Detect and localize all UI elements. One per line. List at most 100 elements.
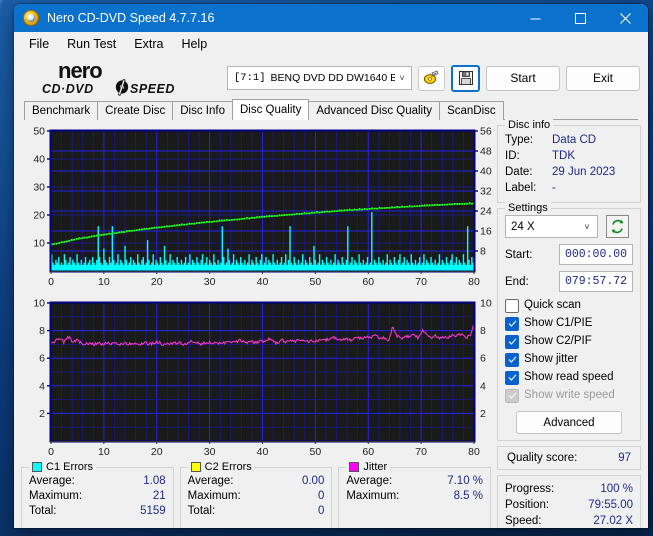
toolbar: nero CD·DVD SPEED [7:1] BENQ DVD DD DW16…: [14, 56, 648, 100]
disc-type-row: Type: Data CD: [505, 132, 633, 148]
svg-text:30: 30: [204, 276, 216, 288]
c1-average-label: Average:: [29, 475, 75, 487]
svg-text:8: 8: [480, 246, 486, 258]
checkbox-show-c2-pif[interactable]: Show C2/PIF: [505, 333, 633, 350]
start-input[interactable]: 000:00.00: [559, 244, 633, 265]
svg-text:40: 40: [480, 166, 492, 178]
c2-maximum-value: 0: [317, 490, 325, 502]
disc-date-label: Date:: [505, 166, 533, 178]
c2-errors-legend: C2 Errors: [187, 461, 255, 473]
tab-disc-info[interactable]: Disc Info: [172, 101, 233, 120]
jitter-title: Jitter: [363, 461, 388, 473]
svg-text:20: 20: [151, 276, 163, 288]
svg-text:30: 30: [204, 446, 216, 458]
svg-text:40: 40: [257, 446, 269, 458]
disc-eject-button[interactable]: [418, 65, 445, 91]
disc-label-value: -: [552, 182, 556, 194]
c2-average-label: Average:: [187, 475, 234, 487]
disc-label-label: Label:: [505, 182, 537, 194]
menu-item-file[interactable]: File: [20, 35, 58, 53]
tab-create-disc[interactable]: Create Disc: [97, 101, 174, 120]
svg-text:80: 80: [468, 276, 480, 288]
c2-total-row: Total: 0: [188, 504, 325, 519]
end-label: End:: [505, 275, 529, 288]
disc-id-value: TDK: [552, 150, 575, 162]
c2-total-value: 0: [317, 505, 325, 517]
c1-average-row: Average: 1.08: [29, 474, 166, 489]
close-icon[interactable]: [603, 4, 648, 32]
svg-text:4: 4: [480, 380, 486, 392]
nero-logo: nero CD·DVD SPEED: [42, 58, 178, 98]
tab-bar: Benchmark Create Disc Disc Info Disc Qua…: [14, 99, 648, 120]
c1-color-swatch: [32, 462, 42, 472]
checkbox-box: [505, 334, 519, 349]
checkbox-label: Quick scan: [524, 299, 581, 311]
start-field-row: Start: 000:00.00: [505, 244, 633, 265]
progress-label: Progress:: [505, 483, 555, 495]
tab-advanced-disc-quality[interactable]: Advanced Disc Quality: [308, 101, 441, 120]
checkbox-label: Show C2/PIF: [524, 335, 592, 347]
c1-maximum-value: 21: [152, 490, 166, 502]
tab-scandisc[interactable]: ScanDisc: [439, 101, 504, 120]
svg-text:16: 16: [480, 226, 492, 238]
settings-legend: Settings: [505, 202, 551, 214]
maximize-icon[interactable]: [558, 4, 603, 32]
checkbox-show-c1-pie[interactable]: Show C1/PIE: [505, 315, 633, 332]
end-input[interactable]: 079:57.72: [559, 271, 633, 292]
position-row: Position: 79:55.00: [505, 497, 633, 513]
speed-label: Speed:: [505, 515, 542, 527]
jitter-chart-canvas: 2 2 4 4 6 6 8 8 10 10 0 10 20 30 40 50 60 70 80: [33, 298, 492, 459]
disc-eject-icon: [423, 70, 439, 84]
checkbox-box: [505, 352, 519, 367]
chevron-down-icon: ˅: [584, 221, 590, 232]
disc-id-label: ID:: [505, 150, 520, 162]
minimize-icon[interactable]: [513, 4, 558, 32]
checkbox-quick-scan[interactable]: Quick scan: [505, 297, 633, 314]
disc-date-row: Date: 29 Jun 2023: [505, 164, 633, 180]
quality-score-value: 97: [618, 452, 631, 464]
c1-errors-stats: C1 Errors Average: 1.08 Maximum: 21 Tota…: [21, 461, 174, 528]
checkbox-box: [505, 316, 519, 331]
c1-maximum-row: Maximum: 21: [29, 489, 166, 504]
c1-errors-chart-canvas: 10 20 30 40 50 8 16 24 32 40 48 56 0 10 20 30 40 50 60 70 80: [33, 126, 492, 289]
c1-total-value: 5159: [140, 505, 166, 517]
drive-selector[interactable]: [7:1] BENQ DVD DD DW1640 BSLB ˅: [227, 66, 412, 90]
position-label: Position:: [505, 499, 550, 511]
disc-id-row: ID: TDK: [505, 148, 633, 164]
c1-total-row: Total: 5159: [29, 504, 166, 519]
exit-button[interactable]: Exit: [566, 65, 640, 91]
jitter-legend: Jitter: [346, 461, 391, 473]
tab-benchmark[interactable]: Benchmark: [24, 101, 99, 120]
start-button[interactable]: Start: [486, 65, 560, 91]
jitter-average-value: 7.10 %: [447, 475, 484, 487]
menu-item-run-test[interactable]: Run Test: [58, 35, 125, 53]
start-label: Start:: [505, 248, 533, 261]
svg-text:6: 6: [39, 353, 45, 365]
refresh-button[interactable]: [606, 215, 629, 238]
speed-select[interactable]: 24 X ˅: [505, 215, 598, 238]
checkbox-box: [505, 370, 519, 385]
drive-name: BENQ DVD DD DW1640 BSLB: [270, 72, 396, 84]
disc-type-value: Data CD: [552, 134, 597, 146]
advanced-button[interactable]: Advanced: [516, 411, 622, 434]
checkbox-show-jitter[interactable]: Show jitter: [505, 351, 633, 368]
checkbox-show-read-speed[interactable]: Show read speed: [505, 369, 633, 386]
save-results-button[interactable]: [451, 64, 480, 92]
svg-text:80: 80: [468, 446, 480, 458]
checkbox-label: Show read speed: [524, 371, 614, 383]
svg-text:8: 8: [39, 325, 45, 337]
checkbox-label: Show C1/PIE: [524, 317, 593, 329]
end-field-row: End: 079:57.72: [505, 271, 633, 292]
svg-text:24: 24: [480, 206, 492, 218]
charts-column: 10 20 30 40 50 8 16 24 32 40 48 56 0 10 20 30 40 50 60 70 80…: [21, 125, 492, 528]
disc-type-label: Type:: [505, 134, 534, 146]
menu-item-extra[interactable]: Extra: [125, 35, 172, 53]
svg-text:60: 60: [362, 446, 374, 458]
svg-text:30: 30: [33, 182, 45, 194]
speed-value: 27.02 X: [593, 515, 633, 527]
disc-info-group: Disc info Type: Data CD ID: TDK Date: 29…: [497, 119, 641, 203]
tab-disc-quality[interactable]: Disc Quality: [232, 99, 310, 120]
jitter-stats: Jitter Average: 7.10 % Maximum: 8.5 %: [338, 461, 492, 528]
menu-item-help[interactable]: Help: [172, 35, 216, 53]
checkbox-label: Show jitter: [524, 353, 578, 365]
